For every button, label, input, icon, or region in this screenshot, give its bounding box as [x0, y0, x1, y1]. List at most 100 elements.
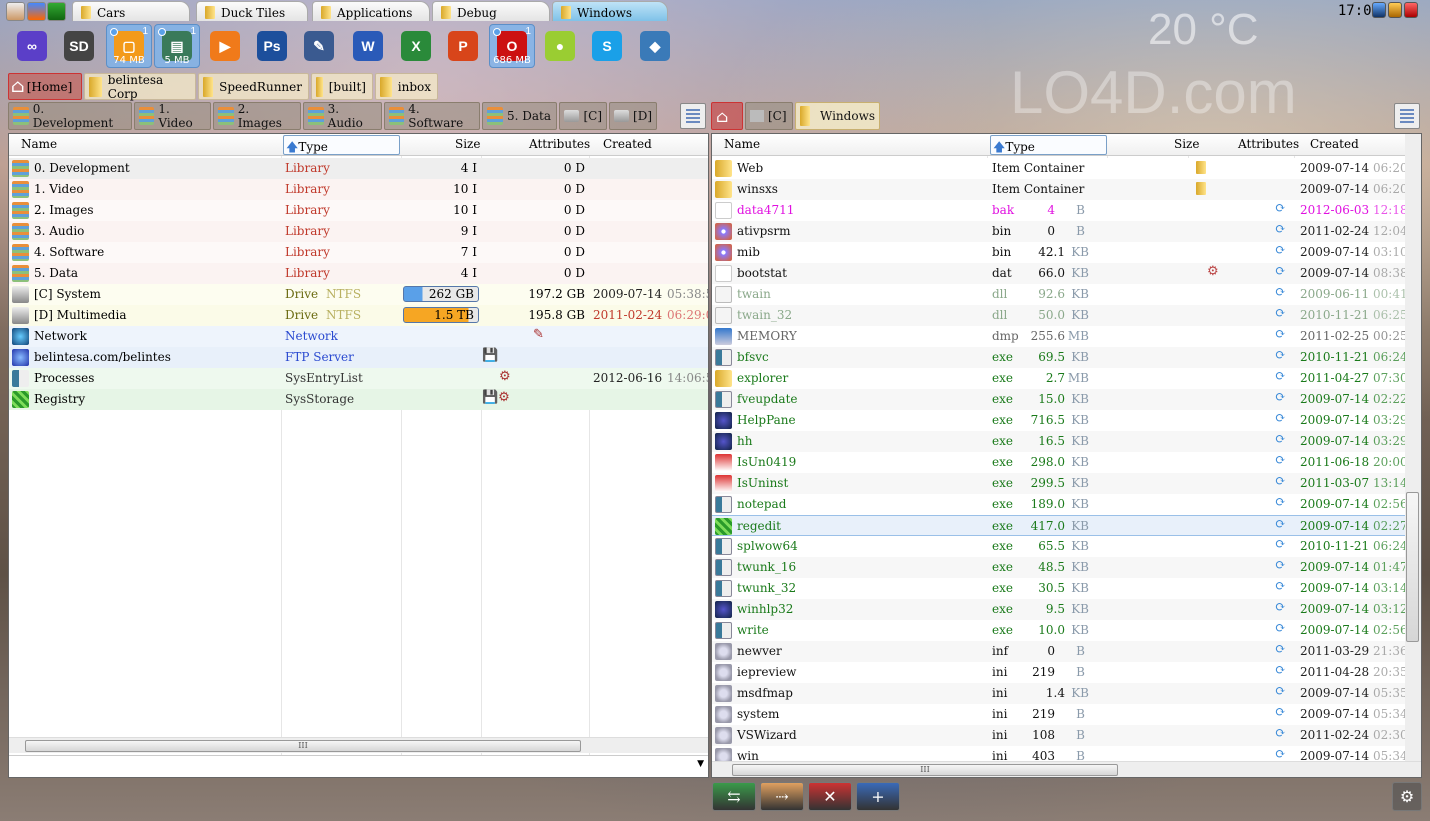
left-command-line[interactable]: ▼: [9, 755, 708, 777]
app-paint[interactable]: ✎: [297, 24, 341, 68]
system-menu-icon[interactable]: [6, 2, 25, 21]
scroll-thumb[interactable]: III: [25, 740, 581, 752]
column-size[interactable]: Size: [455, 137, 480, 151]
app-skype[interactable]: S: [585, 24, 629, 68]
left-tab-7[interactable]: [D]: [609, 102, 657, 130]
table-row[interactable]: iepreview ini 219 B ⟳ 2011-04-28 20:35: [712, 662, 1408, 683]
column-size[interactable]: Size: [1174, 137, 1199, 151]
path-tab-applications[interactable]: Applications: [312, 1, 430, 21]
delete-button[interactable]: ✕: [808, 782, 852, 811]
table-row[interactable]: 4. Software Library 7 I 0 D: [9, 242, 708, 263]
table-row[interactable]: twain_32 dll 50.0 KB ⟳ 2010-11-21 06:25: [712, 305, 1408, 326]
app-virtualbox[interactable]: ▢ 1 74 MB: [106, 24, 152, 68]
table-row[interactable]: bfsvc exe 69.5 KB ⟳ 2010-11-21 06:24: [712, 347, 1408, 368]
table-row[interactable]: Processes SysEntryList ⚙ 2012-06-16 14:06:57: [9, 368, 708, 389]
table-row[interactable]: msdfmap ini 1.4 KB ⟳ 2009-07-14 05:35: [712, 683, 1408, 704]
column-type[interactable]: 🡅Type: [990, 135, 1107, 155]
fire-icon[interactable]: [27, 2, 46, 21]
table-row[interactable]: write exe 10.0 KB ⟳ 2009-07-14 02:56: [712, 620, 1408, 641]
table-row[interactable]: Web Item Container 2009-07-14 06:20: [712, 158, 1408, 179]
table-row[interactable]: Network Network ✎: [9, 326, 708, 347]
left-tab-5[interactable]: 5. Data: [482, 102, 557, 130]
table-row[interactable]: [C] System Drive NTFS 262 GB 197.2 GB 2009-07…: [9, 284, 708, 305]
table-row[interactable]: 2. Images Library 10 I 0 D: [9, 200, 708, 221]
column-name[interactable]: Name: [21, 137, 57, 151]
column-attributes[interactable]: Attributes: [529, 137, 590, 151]
maximize-button[interactable]: [1388, 2, 1402, 18]
column-name[interactable]: Name: [724, 137, 760, 151]
table-row[interactable]: 0. Development Library 4 I 0 D: [9, 158, 708, 179]
path-tab-debug[interactable]: Debug: [432, 1, 550, 21]
bookmark-inbox[interactable]: inbox: [375, 73, 438, 100]
app-process-window[interactable]: ▤ 1 5 MB: [154, 24, 200, 68]
table-row[interactable]: Registry SysStorage 💾⚙: [9, 389, 708, 410]
path-tab-cars[interactable]: Cars: [72, 1, 190, 21]
left-tab-3[interactable]: 3. Audio: [303, 102, 382, 130]
right-tab-c[interactable]: [C]: [745, 102, 793, 130]
column-type[interactable]: 🡅Type: [283, 135, 400, 155]
app-photoshop[interactable]: Ps: [250, 24, 294, 68]
table-row[interactable]: winsxs Item Container 2009-07-14 06:20: [712, 179, 1408, 200]
move-button[interactable]: ⇢: [760, 782, 804, 811]
table-row[interactable]: 5. Data Library 4 I 0 D: [9, 263, 708, 284]
table-row[interactable]: regedit exe 417.0 KB ⟳ 2009-07-14 02:27: [712, 515, 1408, 536]
scroll-thumb[interactable]: III: [732, 764, 1118, 776]
right-tab-windows[interactable]: Windows: [795, 102, 880, 130]
table-row[interactable]: belintesa.com/belintes FTP Server 💾: [9, 347, 708, 368]
table-row[interactable]: twunk_32 exe 30.5 KB ⟳ 2009-07-14 03:14: [712, 578, 1408, 599]
app-word[interactable]: W: [346, 24, 390, 68]
left-pane-menu-button[interactable]: [680, 103, 706, 129]
table-row[interactable]: notepad exe 189.0 KB ⟳ 2009-07-14 02:56: [712, 494, 1408, 515]
left-tab-1[interactable]: 1. Video: [134, 102, 211, 130]
left-horizontal-scrollbar[interactable]: III: [9, 737, 708, 753]
close-button[interactable]: [1404, 2, 1418, 18]
app-sd[interactable]: SD: [57, 24, 101, 68]
bookmark-belintesa-corp[interactable]: belintesa Corp: [84, 73, 196, 101]
app-app-diamond[interactable]: ◆: [633, 24, 677, 68]
table-row[interactable]: explorer exe 2.7 MB ⟳ 2011-04-27 07:30: [712, 368, 1408, 389]
table-row[interactable]: data4711 bak 4 B ⟳ 2012-06-03 12:18: [712, 200, 1408, 221]
table-row[interactable]: splwow64 exe 65.5 KB ⟳ 2010-11-21 06:24: [712, 536, 1408, 557]
table-row[interactable]: 1. Video Library 10 I 0 D: [9, 179, 708, 200]
table-row[interactable]: newver inf 0 B ⟳ 2011-03-29 21:36: [712, 641, 1408, 662]
bookmark-home[interactable]: ⌂ [Home]: [8, 73, 82, 100]
path-tab-windows[interactable]: Windows: [552, 1, 668, 21]
app-powerpoint[interactable]: P: [441, 24, 485, 68]
right-vertical-scrollbar[interactable]: [1405, 134, 1421, 761]
table-row[interactable]: twunk_16 exe 48.5 KB ⟳ 2009-07-14 01:47: [712, 557, 1408, 578]
new-button[interactable]: +: [856, 782, 900, 811]
table-row[interactable]: winhlp32 exe 9.5 KB ⟳ 2009-07-14 03:12: [712, 599, 1408, 620]
left-tab-0[interactable]: 0. Development: [8, 102, 132, 130]
bookmark-speedrunner[interactable]: SpeedRunner: [198, 73, 309, 100]
table-row[interactable]: system ini 219 B ⟳ 2009-07-14 05:34: [712, 704, 1408, 725]
table-row[interactable]: HelpPane exe 716.5 KB ⟳ 2009-07-14 03:29: [712, 410, 1408, 431]
table-row[interactable]: IsUninst exe 299.5 KB ⟳ 2011-03-07 13:14: [712, 473, 1408, 494]
column-created[interactable]: Created: [1310, 137, 1359, 151]
table-row[interactable]: twain dll 92.6 KB ⟳ 2009-06-11 00:41: [712, 284, 1408, 305]
bookmark-built[interactable]: [built]: [311, 73, 373, 100]
left-tab-2[interactable]: 2. Images: [213, 102, 301, 130]
app-excel[interactable]: X: [394, 24, 438, 68]
left-tab-6[interactable]: [C]: [559, 102, 607, 130]
microphone-icon[interactable]: [47, 2, 66, 21]
app-visual-studio[interactable]: ∞: [10, 24, 54, 68]
table-row[interactable]: hh exe 16.5 KB ⟳ 2009-07-14 03:29: [712, 431, 1408, 452]
app-media-player[interactable]: ▶: [203, 24, 247, 68]
settings-gear-button[interactable]: ⚙: [1392, 782, 1422, 811]
table-row[interactable]: 3. Audio Library 9 I 0 D: [9, 221, 708, 242]
copy-button[interactable]: ⇆: [712, 782, 756, 811]
table-row[interactable]: bootstat dat 66.0 KB ⟳ ⚙ 2009-07-14 08:38: [712, 263, 1408, 284]
table-row[interactable]: fveupdate exe 15.0 KB ⟳ 2009-07-14 02:22: [712, 389, 1408, 410]
table-row[interactable]: [D] Multimedia Drive NTFS 1.5 TB 195.8 GB 201…: [9, 305, 708, 326]
path-tab-duck-tiles[interactable]: Duck Tiles: [196, 1, 308, 21]
right-home-tab[interactable]: ⌂: [711, 102, 743, 130]
chevron-down-icon[interactable]: ▼: [697, 759, 704, 769]
right-pane-menu-button[interactable]: [1394, 103, 1420, 129]
table-row[interactable]: ativpsrm bin 0 B ⟳ 2011-02-24 12:04: [712, 221, 1408, 242]
minimize-button[interactable]: [1372, 2, 1386, 18]
app-opera[interactable]: O 1 686 MB: [489, 24, 535, 68]
table-row[interactable]: VSWizard ini 108 B ⟳ 2011-02-24 02:30: [712, 725, 1408, 746]
table-row[interactable]: MEMORY dmp 255.6 MB ⟳ 2011-02-25 00:25: [712, 326, 1408, 347]
column-attributes[interactable]: Attributes: [1238, 137, 1299, 151]
left-tab-4[interactable]: 4. Software: [384, 102, 480, 130]
